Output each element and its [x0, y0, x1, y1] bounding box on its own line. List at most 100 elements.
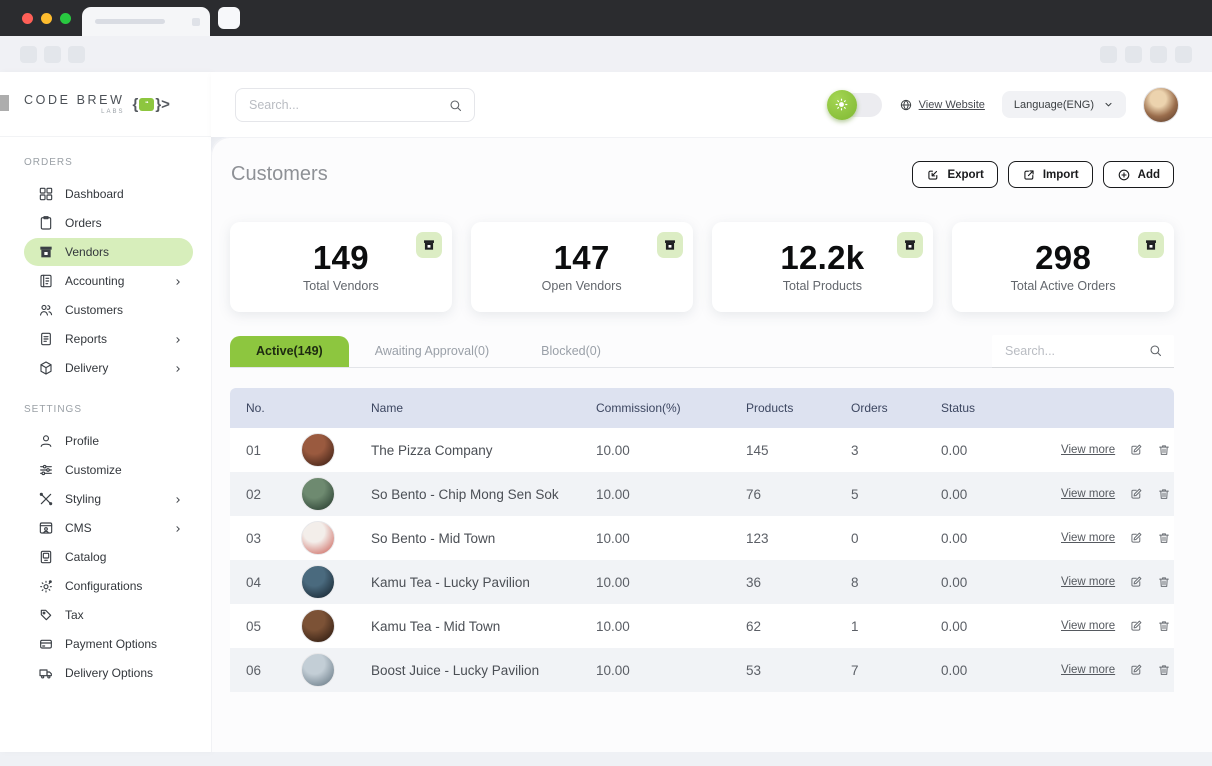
view-more-link[interactable]: View more — [1061, 664, 1115, 676]
sidebar-item-label: Catalog — [65, 550, 106, 564]
cell-status: 0.00 — [941, 487, 1061, 502]
profile-icon — [38, 433, 54, 449]
add-button[interactable]: Add — [1103, 161, 1174, 188]
trash-icon[interactable] — [1157, 487, 1171, 501]
add-icon — [1117, 168, 1131, 182]
sidebar-item-customers[interactable]: Customers — [24, 296, 193, 324]
minimize-window-button[interactable] — [41, 13, 52, 24]
sidebar-item-orders[interactable]: Orders — [24, 209, 193, 237]
sidebar-item-tax[interactable]: Tax — [24, 601, 193, 629]
vendor-avatar — [301, 653, 335, 687]
table-search-input[interactable] — [992, 335, 1174, 367]
sidebar-item-catalog[interactable]: Catalog — [24, 543, 193, 571]
view-more-link[interactable]: View more — [1061, 488, 1115, 500]
dashboard-icon — [38, 186, 54, 202]
toolbar-right-placeholders — [1092, 46, 1192, 63]
sidebar-nav: ORDERSDashboardOrdersVendorsAccountingCu… — [0, 137, 211, 709]
cell-status: 0.00 — [941, 619, 1061, 634]
view-more-link[interactable]: View more — [1061, 532, 1115, 544]
cell-name: Boost Juice - Lucky Pavilion — [371, 663, 596, 678]
sidebar-item-cms[interactable]: CMS — [24, 514, 193, 542]
tab-blocked-0[interactable]: Blocked(0) — [515, 336, 627, 367]
user-avatar[interactable] — [1143, 87, 1179, 123]
sidebar-item-vendors[interactable]: Vendors — [24, 238, 193, 266]
view-more-link[interactable]: View more — [1061, 576, 1115, 588]
content-panel: Customers ExportImportAdd 149Total Vendo… — [211, 137, 1212, 752]
sidebar-item-delivery[interactable]: Delivery — [24, 354, 193, 382]
logo: CODE BREW LABS {“}> — [0, 72, 211, 137]
sidebar-item-customize[interactable]: Customize — [24, 456, 193, 484]
sidebar-item-dashboard[interactable]: Dashboard — [24, 180, 193, 208]
cell-status: 0.00 — [941, 663, 1061, 678]
view-more-link[interactable]: View more — [1061, 444, 1115, 456]
cell-actions: View more — [1061, 531, 1189, 545]
cell-status: 0.00 — [941, 443, 1061, 458]
export-button[interactable]: Export — [912, 161, 997, 188]
table-row: 06Boost Juice - Lucky Pavilion10.005370.… — [230, 648, 1174, 692]
header-search-input[interactable] — [236, 89, 474, 121]
button-label: Import — [1043, 169, 1079, 181]
edit-icon[interactable] — [1129, 619, 1143, 633]
search-icon — [1148, 343, 1163, 358]
cell-products: 36 — [746, 575, 851, 590]
truck-icon — [38, 665, 54, 681]
edit-icon[interactable] — [1129, 575, 1143, 589]
sidebar-item-configurations[interactable]: Configurations — [24, 572, 193, 600]
browser-tab[interactable] — [82, 7, 210, 36]
sidebar-item-payment-options[interactable]: Payment Options — [24, 630, 193, 658]
vendor-avatar — [301, 565, 335, 599]
sidebar-section-label: ORDERS — [0, 157, 211, 168]
header-right-group: View Website Language(ENG) — [830, 87, 1179, 123]
new-tab-button[interactable] — [218, 7, 240, 29]
page-title: Customers — [231, 163, 328, 186]
sidebar-item-profile[interactable]: Profile — [24, 427, 193, 455]
trash-icon[interactable] — [1157, 575, 1171, 589]
browser-toolbar — [0, 36, 1212, 72]
stat-label: Total Active Orders — [1011, 279, 1116, 293]
store-badge-icon — [416, 232, 442, 258]
import-button[interactable]: Import — [1008, 161, 1093, 188]
sidebar-item-delivery-options[interactable]: Delivery Options — [24, 659, 193, 687]
edit-icon[interactable] — [1129, 487, 1143, 501]
tab-active-149[interactable]: Active(149) — [230, 336, 349, 367]
cell-orders: 7 — [851, 663, 941, 678]
view-website-link[interactable]: View Website — [919, 99, 985, 111]
sidebar-item-label: Delivery Options — [65, 666, 153, 680]
column-header: No. — [246, 401, 301, 415]
edit-icon[interactable] — [1129, 443, 1143, 457]
delivery-icon — [38, 360, 54, 376]
cell-status: 0.00 — [941, 531, 1061, 546]
sidebar: CODE BREW LABS {“}> ORDERS DashboardOrder… — [0, 72, 211, 752]
trash-icon[interactable] — [1157, 663, 1171, 677]
stat-card-total-active-orders: 298Total Active Orders — [952, 222, 1174, 312]
logo-sub-text: LABS — [101, 109, 124, 115]
cell-no: 04 — [246, 575, 301, 590]
trash-icon[interactable] — [1157, 531, 1171, 545]
cell-avatar — [301, 565, 371, 599]
sidebar-section-label: SETTINGS — [0, 404, 211, 415]
theme-toggle[interactable] — [830, 93, 882, 117]
sidebar-item-accounting[interactable]: Accounting — [24, 267, 193, 295]
import-icon — [1022, 168, 1036, 182]
view-more-link[interactable]: View more — [1061, 620, 1115, 632]
tab-awaiting-approval-0[interactable]: Awaiting Approval(0) — [349, 336, 515, 367]
cell-commission: 10.00 — [596, 663, 746, 678]
language-selector[interactable]: Language(ENG) — [1002, 91, 1126, 118]
edit-icon[interactable] — [1129, 531, 1143, 545]
main-area: View Website Language(ENG) Customers Exp… — [211, 72, 1212, 752]
tab-close-icon[interactable] — [192, 18, 200, 26]
window-controls — [22, 13, 71, 24]
sidebar-item-styling[interactable]: Styling — [24, 485, 193, 513]
sidebar-item-reports[interactable]: Reports — [24, 325, 193, 353]
edit-icon[interactable] — [1129, 663, 1143, 677]
browser-window: CODE BREW LABS {“}> ORDERS DashboardOrder… — [0, 0, 1212, 766]
close-window-button[interactable] — [22, 13, 33, 24]
trash-icon[interactable] — [1157, 443, 1171, 457]
trash-icon[interactable] — [1157, 619, 1171, 633]
maximize-window-button[interactable] — [60, 13, 71, 24]
cell-products: 123 — [746, 531, 851, 546]
page-head: Customers Export Import Add — [230, 161, 1174, 188]
table-row: 03So Bento - Mid Town10.0012300.00View m… — [230, 516, 1174, 560]
styling-icon — [38, 491, 54, 507]
sidebar-item-label: Vendors — [65, 245, 109, 259]
